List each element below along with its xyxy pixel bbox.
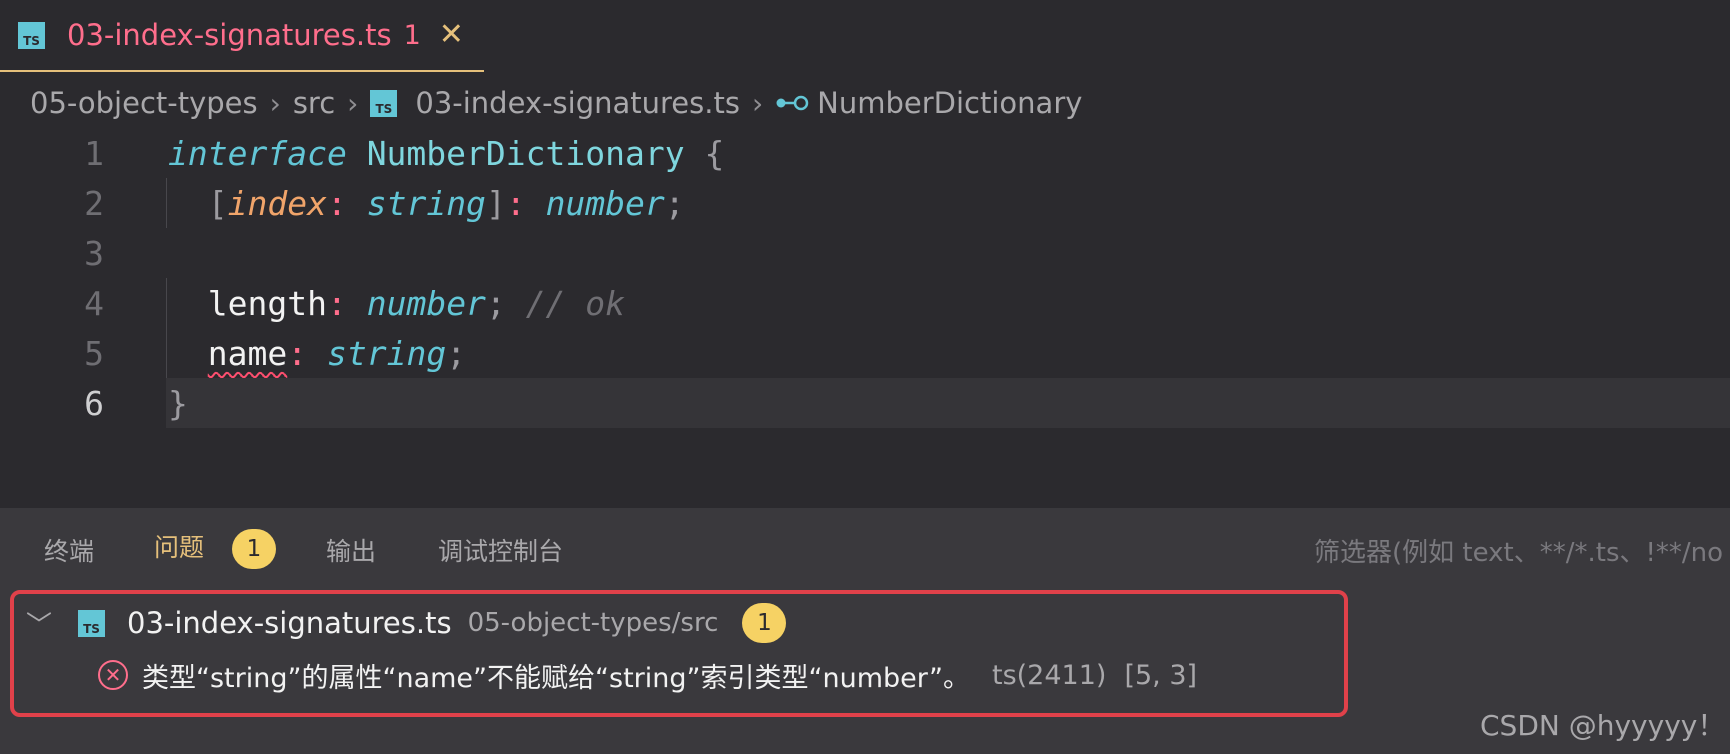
semicolon-token: ;: [664, 183, 685, 223]
tab-03-index-signatures[interactable]: TS 03-index-signatures.ts 1 ✕: [0, 0, 484, 72]
tab-problems-label: 问题: [154, 533, 205, 562]
error-property-token[interactable]: name: [208, 334, 287, 373]
line-number: 6: [84, 383, 104, 423]
line-number: 4: [84, 283, 104, 323]
breadcrumb-subfolder[interactable]: src: [293, 86, 335, 120]
problem-position: [5, 3]: [1124, 659, 1198, 691]
editor-tab-bar: TS 03-index-signatures.ts 1 ✕: [0, 0, 1730, 76]
type-token: string: [366, 183, 486, 223]
semicolon-token: ;: [446, 333, 467, 373]
semicolon-token: ;: [485, 283, 506, 323]
line-number: 2: [84, 183, 104, 223]
problem-file-name: 03-index-signatures.ts: [127, 606, 452, 640]
interface-symbol-icon: [775, 94, 809, 112]
tab-output[interactable]: 输出: [326, 532, 376, 568]
tab-problem-count: 1: [403, 19, 421, 51]
error-icon: ✕: [98, 660, 128, 690]
panel-tab-bar: 终端 问题 1 输出 调试控制台 筛选器(例如 text、**/*.ts、!**…: [0, 508, 1730, 584]
filter-input[interactable]: 筛选器(例如 text、**/*.ts、!**/no: [1314, 532, 1723, 569]
chevron-right-icon: ›: [751, 86, 764, 120]
bottom-panel: 终端 问题 1 输出 调试控制台 筛选器(例如 text、**/*.ts、!**…: [0, 508, 1730, 754]
type-token: number: [366, 283, 486, 323]
code-line-5[interactable]: 5 name: string;: [0, 328, 1730, 378]
code-line-3[interactable]: 3: [0, 228, 1730, 278]
bracket-token: ]: [485, 183, 506, 223]
code-line-6-current[interactable]: 6 }: [84, 378, 1730, 428]
breadcrumb-file[interactable]: 03-index-signatures.ts: [415, 86, 740, 120]
code-line-2[interactable]: 2 [index: string]: number;: [0, 178, 1730, 228]
problem-message: 类型“string”的属性“name”不能赋给“string”索引类型“numb…: [142, 662, 970, 694]
chevron-down-icon[interactable]: ﹀: [26, 605, 54, 642]
chevron-right-icon: ›: [347, 86, 359, 120]
type-token: string: [326, 333, 447, 373]
brace-token: {: [704, 133, 725, 173]
line-number: 3: [84, 233, 104, 273]
property-token: length: [207, 283, 327, 323]
line-number: 1: [84, 133, 104, 173]
typescript-file-icon: TS: [370, 89, 398, 117]
watermark: CSDN @hyyyyy！: [1480, 709, 1726, 742]
problem-code: ts(2411): [992, 659, 1107, 691]
keyword-token: interface: [168, 133, 347, 173]
colon-token: :: [326, 283, 347, 323]
bracket-token: [: [207, 183, 228, 223]
typescript-file-icon: TS: [78, 609, 105, 637]
interface-name-token: NumberDictionary: [366, 133, 685, 173]
typescript-file-icon: TS: [18, 21, 45, 49]
breadcrumb: 05-object-types › src › TS 03-index-sign…: [30, 80, 1082, 126]
tab-title: 03-index-signatures.ts: [67, 18, 392, 52]
type-token: number: [545, 183, 665, 223]
param-token: index: [227, 183, 327, 223]
close-icon[interactable]: ✕: [439, 20, 464, 50]
tab-problems[interactable]: 问题 1: [154, 528, 276, 569]
tab-terminal[interactable]: 终端: [44, 532, 94, 568]
problem-group-count-badge: 1: [742, 603, 787, 643]
code-line-4[interactable]: 4 length: number; // ok: [0, 278, 1730, 328]
brace-token: }: [168, 383, 188, 423]
problem-file-path: 05-object-types/src: [467, 608, 719, 638]
breadcrumb-folder[interactable]: 05-object-types: [30, 86, 258, 120]
breadcrumb-symbol[interactable]: NumberDictionary: [817, 86, 1082, 120]
problems-count-badge: 1: [231, 529, 276, 569]
problem-group-row[interactable]: ﹀ TS 03-index-signatures.ts 05-object-ty…: [26, 600, 787, 646]
code-editor[interactable]: 1 interface NumberDictionary { 2 [index:…: [0, 128, 1730, 508]
chevron-right-icon: ›: [269, 86, 281, 120]
code-line-1[interactable]: 1 interface NumberDictionary {: [0, 128, 1730, 178]
line-number: 5: [84, 333, 104, 373]
colon-token: :: [326, 183, 347, 223]
colon-token: :: [505, 183, 526, 223]
comment-token: // ok: [525, 283, 626, 323]
tab-debug-console[interactable]: 调试控制台: [438, 532, 563, 568]
colon-token: :: [287, 333, 308, 373]
problem-highlight-box: ﹀ TS 03-index-signatures.ts 05-object-ty…: [10, 590, 1348, 717]
problem-row[interactable]: ✕ 类型“string”的属性“name”不能赋给“string”索引类型“nu…: [98, 652, 1197, 698]
